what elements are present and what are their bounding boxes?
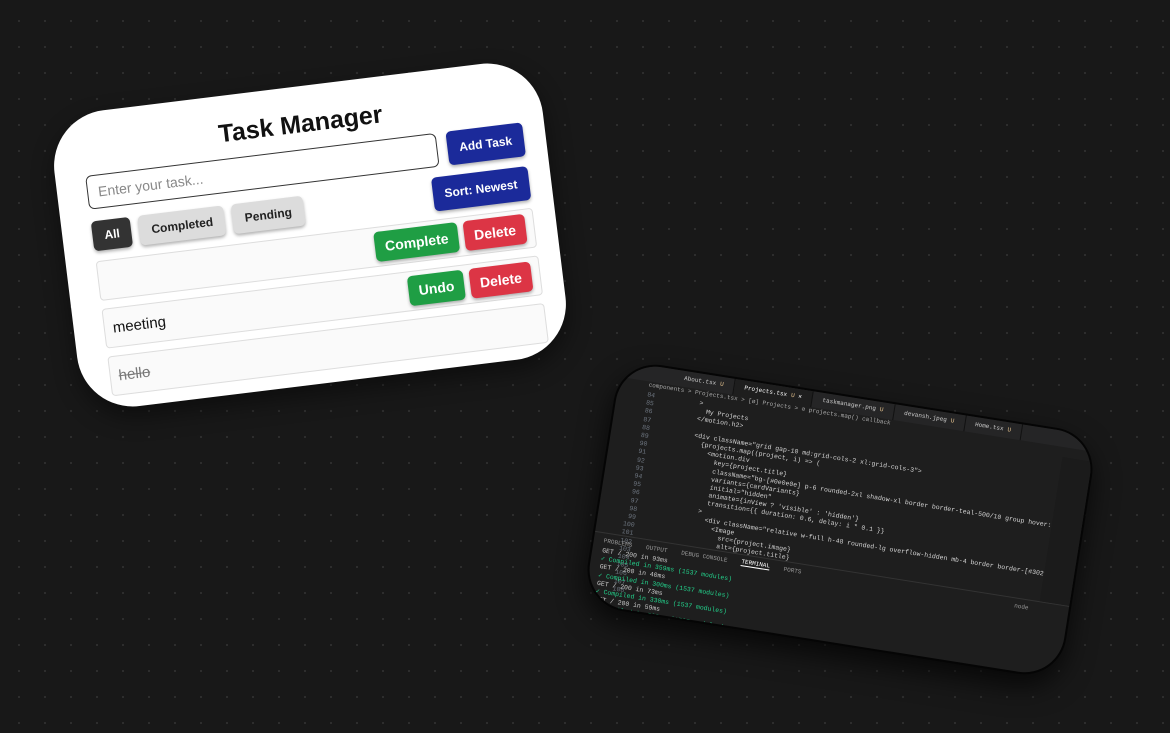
tab-status: U	[719, 380, 725, 389]
tab-label: Home.tsx	[974, 421, 1005, 433]
panel-tab-ports[interactable]: PORTS	[783, 565, 802, 575]
task-text: hello	[117, 363, 152, 384]
task-text: meeting	[111, 312, 167, 337]
filter-completed-button[interactable]: Completed	[137, 205, 227, 246]
filter-pending-button[interactable]: Pending	[231, 195, 306, 235]
panel-tab-terminal[interactable]: TERMINAL	[740, 558, 771, 571]
delete-button[interactable]: Delete	[468, 261, 534, 299]
undo-button[interactable]: Undo	[406, 269, 466, 307]
tab-status: U	[790, 391, 796, 400]
terminal-shell-label[interactable]: node	[1014, 602, 1029, 611]
add-task-button[interactable]: Add Task	[445, 122, 526, 166]
tab-status: U	[1006, 426, 1012, 434]
sort-button[interactable]: Sort: Newest	[430, 166, 532, 212]
panel-tab-output[interactable]: OUTPUT	[646, 544, 668, 554]
code-editor-card: About.tsx U Projects.tsx U ✕ taskmanager.p…	[581, 358, 1099, 681]
task-manager-container: Task Manager Add Task All Completed Pend…	[80, 84, 549, 397]
tab-label: devansh.jpeg	[903, 409, 948, 424]
complete-button[interactable]: Complete	[373, 222, 461, 263]
filter-all-button[interactable]: All	[90, 216, 134, 252]
task-manager-card: Task Manager Add Task All Completed Pend…	[47, 57, 573, 413]
tab-status: U	[950, 417, 955, 425]
delete-button[interactable]: Delete	[462, 213, 528, 252]
task-actions: Undo Delete	[406, 261, 534, 307]
tab-label: Projects.tsx	[743, 384, 788, 399]
tab-label: About.tsx	[683, 374, 717, 387]
task-actions: Complete Delete	[373, 213, 528, 263]
close-icon[interactable]: ✕	[798, 393, 803, 400]
tab-status: U	[879, 405, 884, 414]
